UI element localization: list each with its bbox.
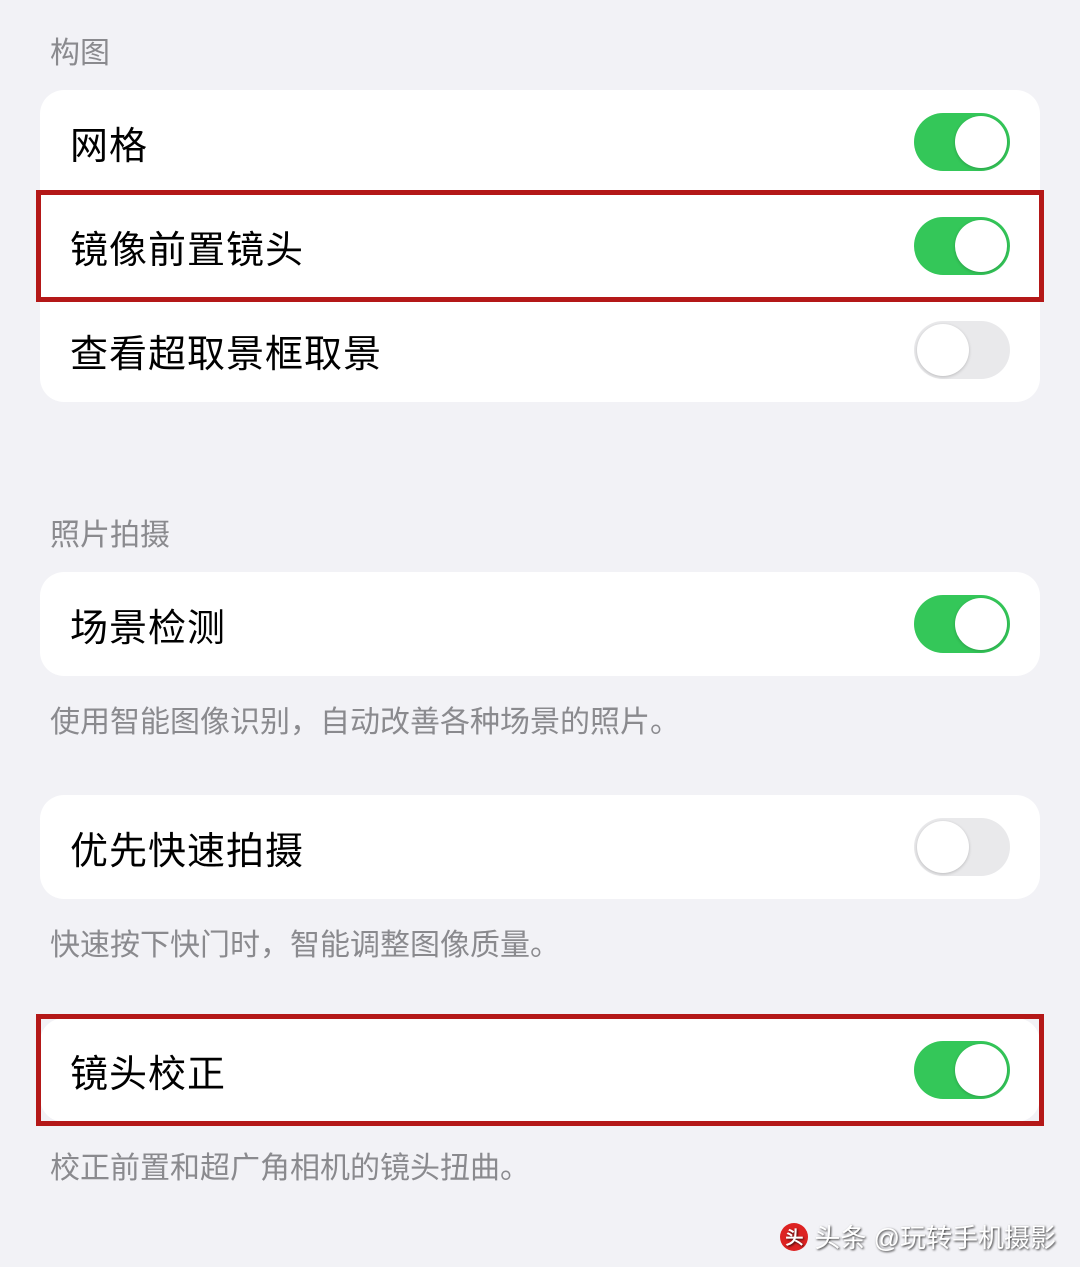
watermark: 头 头条 @玩转手机摄影 [780, 1218, 1056, 1255]
toggle-grid[interactable] [914, 113, 1010, 171]
note-prioritize-faster: 快速按下快门时，智能调整图像质量。 [40, 899, 1040, 968]
toggle-mirror-front-camera[interactable] [914, 217, 1010, 275]
row-lens-correction[interactable]: 镜头校正 [40, 1018, 1040, 1122]
toggle-prioritize-faster[interactable] [914, 818, 1010, 876]
label-grid: 网格 [70, 115, 148, 170]
group-scene-detection: 场景检测 [40, 572, 1040, 676]
group-composition: 网格 镜像前置镜头 查看超取景框取景 [40, 90, 1040, 402]
row-view-outside-frame[interactable]: 查看超取景框取景 [40, 298, 1040, 402]
watermark-text: 头条 @玩转手机摄影 [814, 1218, 1056, 1255]
row-grid[interactable]: 网格 [40, 90, 1040, 194]
note-scene-detection: 使用智能图像识别，自动改善各种场景的照片。 [40, 676, 1040, 745]
group-prioritize-faster: 优先快速拍摄 [40, 795, 1040, 899]
toggle-view-outside-frame[interactable] [914, 321, 1010, 379]
toggle-lens-correction[interactable] [914, 1041, 1010, 1099]
row-scene-detection[interactable]: 场景检测 [40, 572, 1040, 676]
label-scene-detection: 场景检测 [70, 597, 226, 652]
group-lens-correction: 镜头校正 [40, 1018, 1040, 1122]
row-mirror-front-camera[interactable]: 镜像前置镜头 [40, 194, 1040, 298]
watermark-icon: 头 [780, 1223, 808, 1251]
section-header-composition: 构图 [40, 0, 1040, 90]
row-prioritize-faster[interactable]: 优先快速拍摄 [40, 795, 1040, 899]
label-view-outside-frame: 查看超取景框取景 [70, 323, 382, 378]
label-prioritize-faster: 优先快速拍摄 [70, 820, 304, 875]
section-header-photo-capture: 照片拍摄 [40, 482, 1040, 572]
note-lens-correction: 校正前置和超广角相机的镜头扭曲。 [40, 1122, 1040, 1191]
label-lens-correction: 镜头校正 [70, 1043, 226, 1098]
label-mirror-front-camera: 镜像前置镜头 [70, 219, 304, 274]
toggle-scene-detection[interactable] [914, 595, 1010, 653]
